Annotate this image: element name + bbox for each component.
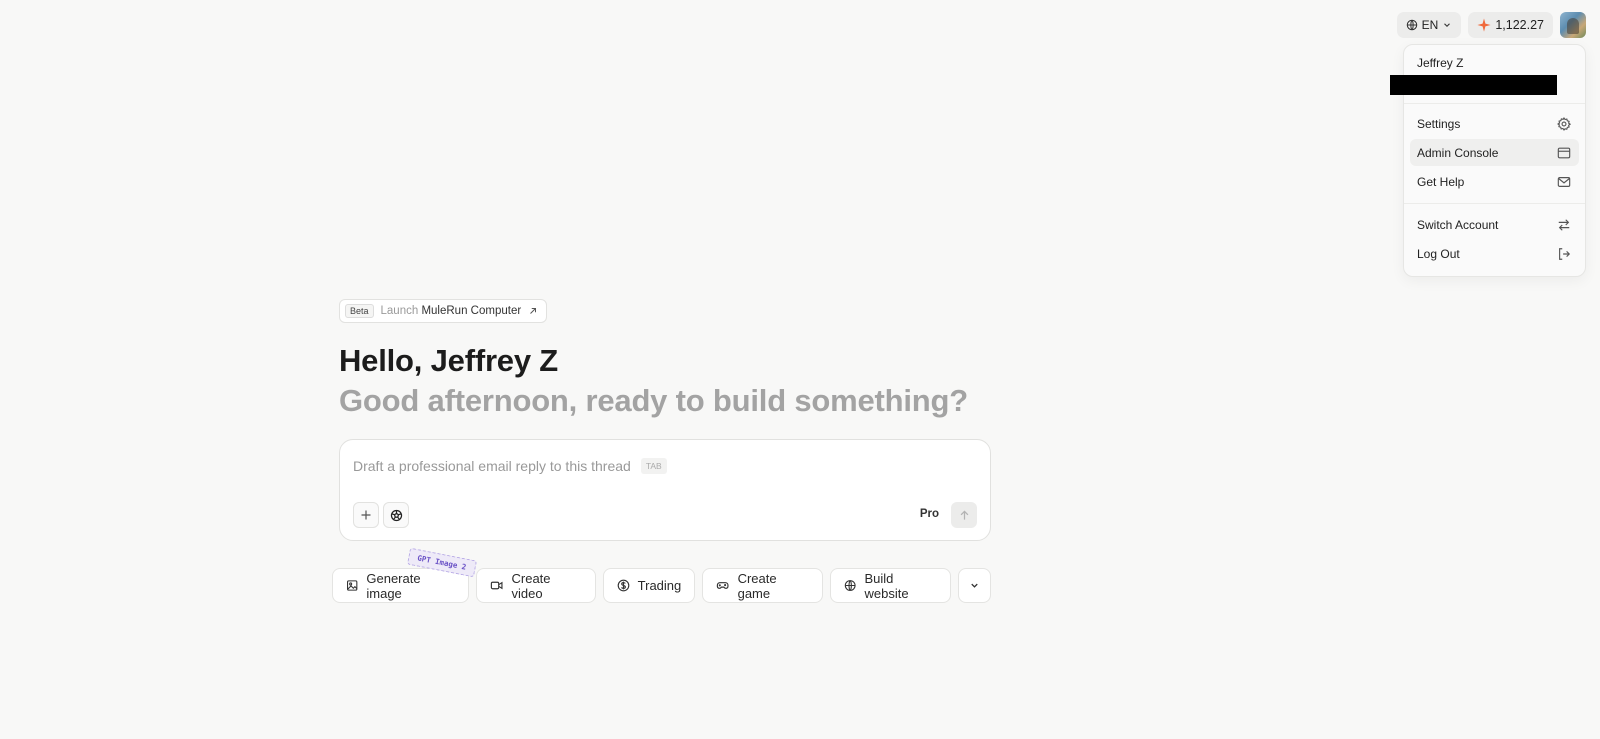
mail-icon [1556, 174, 1572, 190]
action-label: Create game [737, 570, 777, 601]
credits-balance[interactable]: 1,122.27 [1468, 12, 1553, 38]
globe-icon [1406, 19, 1417, 31]
video-icon [490, 581, 503, 590]
action-label: Create video [511, 570, 551, 601]
avatar[interactable] [1560, 12, 1586, 38]
trading-button[interactable]: Trading [602, 568, 696, 603]
language-selector[interactable]: EN [1396, 12, 1462, 38]
image-icon [347, 580, 358, 591]
menu-divider [1404, 203, 1585, 204]
menu-item-settings[interactable]: Settings [1410, 110, 1579, 137]
action-label: Generate image [366, 570, 421, 601]
chevron-down-icon [971, 583, 978, 588]
tab-hint: TAB [640, 458, 667, 474]
main-content: Beta Launch MuleRun Computer Hello, Jeff… [332, 299, 991, 603]
more-actions-button[interactable] [958, 568, 991, 603]
logout-icon [1556, 246, 1572, 262]
gamepad-icon [717, 582, 729, 589]
mode-selector[interactable]: Pro [920, 508, 939, 520]
menu-item-admin-console[interactable]: Admin Console [1410, 139, 1579, 166]
redacted-email [1390, 75, 1557, 95]
switch-arrows-icon [1556, 217, 1572, 233]
action-label: Build website [864, 570, 909, 601]
greeting-subtitle: Good afternoon, ready to build something… [339, 383, 969, 418]
language-label: EN [1421, 18, 1439, 32]
arrow-up-icon [960, 509, 968, 520]
gear-icon [1556, 116, 1572, 132]
top-bar: EN 1,122.27 [1396, 12, 1586, 38]
prompt-placeholder: Draft a professional email reply to this… [353, 458, 631, 474]
menu-divider [1404, 103, 1585, 104]
greeting-title: Hello, Jeffrey Z [339, 343, 559, 378]
launch-computer-banner[interactable]: Beta Launch MuleRun Computer [339, 299, 548, 323]
prompt-input[interactable]: Draft a professional email reply to this… [353, 458, 667, 474]
create-video-button[interactable]: Create video [476, 568, 596, 603]
window-icon [1556, 145, 1572, 161]
prompt-composer[interactable]: Draft a professional email reply to this… [339, 439, 991, 541]
menu-item-label: Log Out [1417, 246, 1460, 261]
banner-label: Launch MuleRun Computer [381, 305, 522, 317]
sparkle-icon [1477, 18, 1491, 32]
menu-item-switch-account[interactable]: Switch Account [1410, 211, 1579, 238]
aperture-icon [390, 509, 402, 521]
external-arrow-icon [530, 308, 537, 314]
menu-item-label: Admin Console [1417, 145, 1499, 160]
quick-actions: GPT Image 2 Generate image Create video … [332, 547, 991, 603]
generate-image-button[interactable]: GPT Image 2 Generate image [332, 547, 477, 603]
menu-item-label: Get Help [1417, 174, 1465, 189]
tools-button[interactable] [383, 502, 409, 528]
add-attachment-button[interactable] [353, 502, 379, 528]
banner-label-faded: Launch [380, 305, 419, 317]
beta-tag: Beta [345, 304, 374, 318]
chevron-down-icon [1444, 23, 1451, 28]
build-website-button[interactable]: Build website [830, 568, 952, 603]
send-button[interactable] [951, 502, 977, 528]
banner-label-main: MuleRun Computer [421, 305, 522, 317]
create-game-button[interactable]: Create game [702, 568, 824, 603]
menu-item-label: Switch Account [1417, 217, 1499, 232]
menu-item-get-help[interactable]: Get Help [1410, 168, 1579, 195]
user-menu: Jeffrey Z Settings Admin Console Get Hel… [1390, 44, 1586, 277]
globe-icon [844, 580, 856, 591]
menu-user-name: Jeffrey Z [1417, 56, 1464, 70]
action-label: Trading [637, 578, 682, 593]
credits-value: 1,122.27 [1495, 18, 1544, 32]
menu-item-label: Settings [1417, 116, 1461, 131]
plus-icon [361, 510, 371, 520]
menu-item-log-out[interactable]: Log Out [1410, 240, 1579, 267]
dollar-icon [617, 579, 630, 592]
